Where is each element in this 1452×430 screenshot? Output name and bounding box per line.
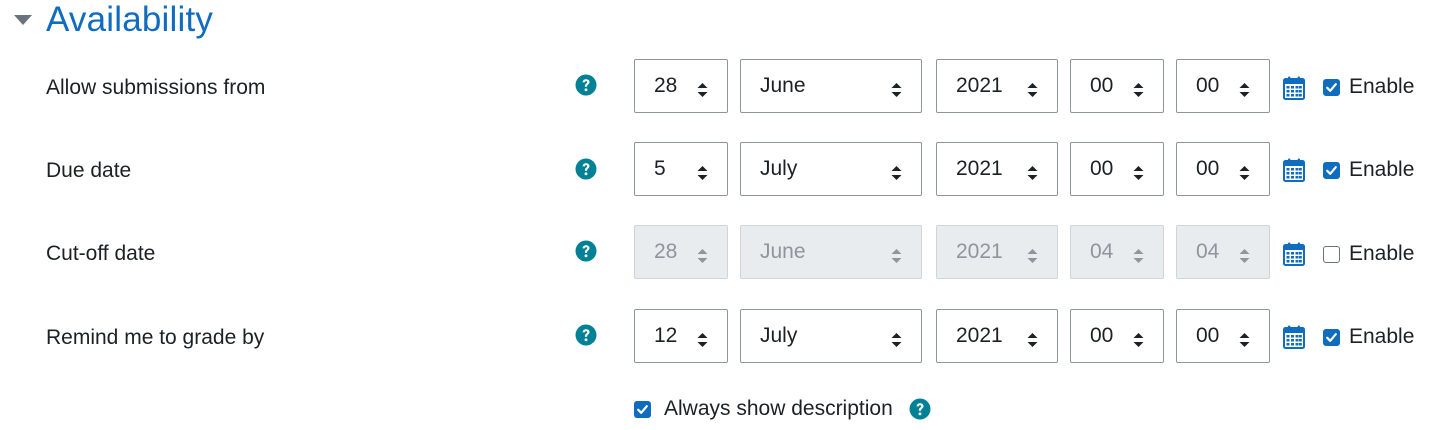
- help-icon[interactable]: [575, 74, 597, 96]
- updown-arrows-icon: [697, 162, 708, 180]
- always-show-description-checkbox[interactable]: [634, 400, 651, 418]
- updown-arrows-icon: [891, 79, 902, 97]
- updown-arrows-icon: [891, 162, 902, 180]
- year-select[interactable]: 2021: [936, 225, 1058, 279]
- month-select[interactable]: June: [740, 59, 922, 113]
- row-due-date: Due date 5 July 2021 00 00 Enable: [0, 142, 1452, 200]
- year-select[interactable]: 2021: [936, 309, 1058, 363]
- always-show-description-label: Always show description: [664, 397, 893, 420]
- updown-arrows-icon: [1027, 245, 1038, 263]
- updown-arrows-icon: [1239, 162, 1250, 180]
- field-label: Due date: [46, 159, 132, 182]
- enable-toggle[interactable]: Enable: [1323, 75, 1414, 99]
- updown-arrows-icon: [1027, 329, 1038, 347]
- day-select[interactable]: 5: [634, 142, 728, 196]
- section-title: Availability: [46, 0, 214, 39]
- enable-toggle[interactable]: Enable: [1323, 325, 1414, 349]
- row-cutoff-date: Cut-off date 28 June 2021 04 04 Enable: [0, 225, 1452, 283]
- day-select[interactable]: 28: [634, 59, 728, 113]
- help-icon[interactable]: [575, 240, 597, 262]
- field-label: Allow submissions from: [46, 76, 266, 99]
- caret-down-icon[interactable]: [12, 13, 34, 27]
- updown-arrows-icon: [1027, 79, 1038, 97]
- minute-select[interactable]: 00: [1176, 59, 1270, 113]
- updown-arrows-icon: [697, 79, 708, 97]
- section-header-availability[interactable]: Availability: [12, 0, 213, 40]
- calendar-icon[interactable]: [1283, 242, 1305, 266]
- field-label: Cut-off date: [46, 242, 156, 265]
- calendar-icon[interactable]: [1283, 76, 1305, 100]
- year-select[interactable]: 2021: [936, 59, 1058, 113]
- updown-arrows-icon: [1239, 79, 1250, 97]
- always-show-description-toggle[interactable]: Always show description: [634, 394, 931, 424]
- hour-select[interactable]: 00: [1070, 142, 1164, 196]
- updown-arrows-icon: [1239, 245, 1250, 263]
- enable-checkbox[interactable]: [1323, 245, 1340, 263]
- minute-select[interactable]: 04: [1176, 225, 1270, 279]
- calendar-icon[interactable]: [1283, 158, 1305, 182]
- help-icon[interactable]: [909, 398, 931, 420]
- updown-arrows-icon: [1239, 329, 1250, 347]
- field-label: Remind me to grade by: [46, 326, 265, 349]
- enable-label: Enable: [1349, 75, 1415, 98]
- month-select[interactable]: July: [740, 142, 922, 196]
- help-icon[interactable]: [575, 158, 597, 180]
- enable-checkbox[interactable]: [1323, 161, 1340, 179]
- enable-label: Enable: [1349, 158, 1415, 181]
- updown-arrows-icon: [891, 329, 902, 347]
- hour-select[interactable]: 00: [1070, 59, 1164, 113]
- updown-arrows-icon: [1133, 329, 1144, 347]
- updown-arrows-icon: [1027, 162, 1038, 180]
- updown-arrows-icon: [697, 329, 708, 347]
- month-select[interactable]: July: [740, 309, 922, 363]
- minute-select[interactable]: 00: [1176, 142, 1270, 196]
- updown-arrows-icon: [891, 245, 902, 263]
- enable-toggle[interactable]: Enable: [1323, 158, 1414, 182]
- hour-select[interactable]: 00: [1070, 309, 1164, 363]
- day-select[interactable]: 12: [634, 309, 728, 363]
- updown-arrows-icon: [1133, 79, 1144, 97]
- updown-arrows-icon: [1133, 162, 1144, 180]
- calendar-icon[interactable]: [1283, 325, 1305, 349]
- availability-form: Availability Allow submissions from 28 J…: [0, 0, 1452, 430]
- day-select[interactable]: 28: [634, 225, 728, 279]
- year-select[interactable]: 2021: [936, 142, 1058, 196]
- enable-toggle[interactable]: Enable: [1323, 242, 1414, 266]
- minute-select[interactable]: 00: [1176, 309, 1270, 363]
- updown-arrows-icon: [1133, 245, 1144, 263]
- enable-checkbox[interactable]: [1323, 328, 1340, 346]
- month-select[interactable]: June: [740, 225, 922, 279]
- enable-label: Enable: [1349, 242, 1415, 265]
- updown-arrows-icon: [697, 245, 708, 263]
- row-remind-grade-by: Remind me to grade by 12 July 2021 00 00…: [0, 309, 1452, 367]
- enable-checkbox[interactable]: [1323, 78, 1340, 96]
- help-icon[interactable]: [575, 324, 597, 346]
- hour-select[interactable]: 04: [1070, 225, 1164, 279]
- row-allow-submissions: Allow submissions from 28 June 2021 00 0…: [0, 59, 1452, 117]
- enable-label: Enable: [1349, 325, 1415, 348]
